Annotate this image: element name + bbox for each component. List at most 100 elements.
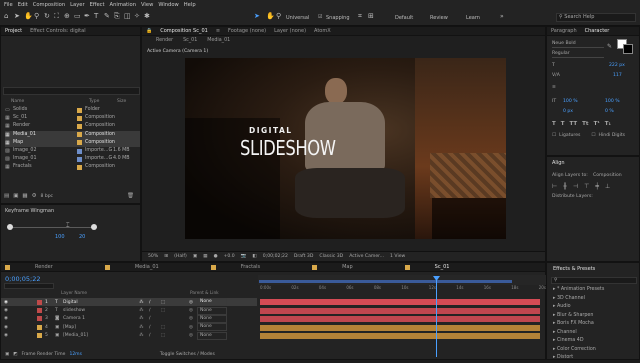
layer-label-color[interactable] (37, 324, 42, 330)
disclosure-triangle-icon[interactable]: ▸ (553, 355, 555, 360)
search-help-field[interactable]: ⚲ Search Help (556, 13, 636, 22)
disclosure-triangle-icon[interactable]: ▸ (553, 296, 555, 301)
tab-composition[interactable]: Composition Sc_01 (160, 28, 208, 34)
snap-options-icon[interactable]: ⌗ (358, 12, 362, 21)
views-dropdown[interactable]: 1 View (390, 254, 405, 259)
menu-edit[interactable]: Edit (18, 2, 28, 8)
tab-footage[interactable]: Footage (none) (228, 28, 266, 34)
select-arrow-icon[interactable]: ➤ (254, 12, 260, 21)
timeline-search-input[interactable] (4, 283, 54, 289)
menu-help[interactable]: Help (184, 2, 196, 8)
label-color-swatch[interactable] (77, 148, 82, 154)
timeline-tab[interactable]: Fractals (210, 264, 282, 270)
menu-window[interactable]: Window (158, 2, 178, 8)
font-size-value[interactable]: 222 px (609, 63, 625, 68)
zoom-tool-icon[interactable]: ⚲ (34, 12, 39, 21)
layer-name[interactable]: Camera 1 (63, 316, 139, 321)
layer-label-color[interactable] (37, 299, 42, 305)
zoom-icon[interactable]: ⚲ (276, 12, 281, 21)
hand-icon[interactable]: ✋ (266, 12, 275, 21)
new-comp-icon[interactable]: ▦ (22, 193, 27, 199)
3d-switch-icon[interactable]: ⬚ (161, 325, 189, 330)
ligatures-checkbox[interactable]: ☐ (552, 133, 556, 138)
faux-italic-button[interactable]: T (561, 121, 565, 127)
parent-dropdown[interactable]: None (197, 323, 227, 332)
effects-search-input[interactable]: ⚲ (551, 277, 637, 284)
settings-icon[interactable]: ⚙ (32, 193, 37, 199)
tab-character[interactable]: Character (585, 28, 610, 34)
layer-duration-bar[interactable] (260, 299, 540, 305)
project-item[interactable]: ▦ Sc_01 Composition (5, 114, 140, 122)
effect-category[interactable]: ▸ Audio (547, 303, 640, 312)
horizontal-scale-value[interactable]: 100 % (605, 99, 620, 104)
leading-value[interactable]: 117 (613, 73, 622, 78)
disclosure-triangle-icon[interactable]: ▸ (553, 330, 555, 335)
align-hcenter-icon[interactable]: ╫ (563, 183, 567, 190)
comp-menu-icon[interactable]: ≡ (216, 28, 220, 34)
col-parent-link[interactable]: Parent & Link (190, 291, 219, 296)
menu-animation[interactable]: Animation (110, 2, 136, 8)
disclosure-triangle-icon[interactable]: ▸ (553, 321, 555, 326)
shy-switch-icon[interactable]: ⁂ (139, 325, 149, 330)
tab-paragraph[interactable]: Paragraph (551, 28, 577, 34)
tab-project[interactable]: Project (5, 28, 22, 34)
project-item[interactable]: ▭ Solids Folder (5, 106, 140, 114)
baseline-value[interactable]: 0 px (563, 109, 573, 114)
layer-row[interactable]: ◉ 5 ▣ [Media_01] ⁂ ∕ ⬚ ◎ None (1, 331, 257, 340)
layer-duration-bar[interactable] (260, 316, 540, 323)
zoom-dropdown[interactable]: 50% (148, 254, 158, 259)
eraser-tool-icon[interactable]: ◫ (124, 12, 131, 21)
layer-name[interactable]: Digital (63, 300, 139, 305)
align-top-icon[interactable]: ⊤ (584, 183, 589, 190)
resolution-dropdown[interactable]: (Half) (174, 254, 187, 259)
parent-dropdown[interactable]: None (197, 306, 227, 315)
layer-label-color[interactable] (37, 308, 42, 314)
column-size[interactable]: Size (117, 99, 126, 104)
menu-effect[interactable]: Effect (90, 2, 105, 8)
effect-category[interactable]: ▸ Color Correction (547, 346, 640, 355)
menu-view[interactable]: View (141, 2, 153, 8)
layer-row[interactable]: ◉ 4 ▣ [Map] ⁂ ∕ ⬚ ◎ None (1, 323, 257, 332)
hand-tool-icon[interactable]: ✋ (24, 12, 33, 21)
effect-category[interactable]: ▸ Boris FX Mocha (547, 320, 640, 329)
title-slideshow[interactable]: SLIDESHOW (240, 136, 336, 160)
parent-dropdown[interactable]: None (197, 331, 227, 340)
workspace-default[interactable]: Default (395, 14, 413, 23)
layer-row[interactable]: ◉ 1 T Digital ⁂ ∕ ⬚ ◎ None (1, 298, 257, 307)
fx-switch-icon[interactable]: ∕ (149, 333, 161, 338)
visibility-eye-icon[interactable]: ◉ (1, 308, 11, 313)
pen-tool-icon[interactable]: ✒ (84, 12, 90, 21)
visibility-eye-icon[interactable]: ◉ (1, 333, 11, 338)
type-tool-icon[interactable]: T (94, 12, 98, 21)
shy-switch-icon[interactable]: ⁂ (139, 316, 149, 321)
project-item[interactable]: ▨ Image_02 Importe...G 1.6 MB (5, 147, 140, 155)
wingman-center-icon[interactable]: ⌶ (66, 222, 70, 230)
visibility-eye-icon[interactable]: ◉ (1, 325, 11, 330)
color-icon[interactable]: ● (214, 254, 218, 259)
timeline-tab[interactable]: Map (312, 264, 375, 270)
lock-icon[interactable]: 🔒 (146, 28, 152, 34)
selection-tool-icon[interactable]: ➤ (14, 12, 20, 21)
label-color-swatch[interactable] (77, 140, 82, 146)
column-type[interactable]: Type (89, 99, 117, 104)
label-color-swatch[interactable] (77, 164, 82, 170)
breadcrumb-media01[interactable]: Media_01 (207, 38, 230, 43)
current-time-indicator[interactable] (436, 277, 437, 357)
3d-switch-icon[interactable]: ⬚ (161, 308, 189, 313)
effect-category[interactable]: ▸ Channel (547, 329, 640, 338)
draft-3d[interactable]: Draft 3D (294, 254, 314, 259)
disclosure-triangle-icon[interactable]: ▸ (553, 304, 555, 309)
align-right-icon[interactable]: ⊣ (573, 183, 578, 190)
layer-name[interactable]: slideshow (63, 308, 139, 313)
tab-atomx[interactable]: AtomX (314, 28, 331, 34)
pickwhip-icon[interactable]: ◎ (189, 316, 197, 321)
col-layer-name[interactable]: Layer Name (61, 291, 87, 296)
small-caps-button[interactable]: Tt (582, 121, 588, 127)
wingman-value-a[interactable]: 100 (55, 234, 65, 240)
effect-category[interactable]: ▸ Cinema 4D (547, 337, 640, 346)
label-color-swatch[interactable] (77, 123, 82, 129)
parent-dropdown[interactable]: None (197, 298, 227, 307)
layer-label-color[interactable] (37, 333, 42, 339)
project-item[interactable]: ▦ Map Composition (5, 138, 140, 147)
tab-effect-controls[interactable]: Effect Controls: digital (30, 28, 85, 34)
